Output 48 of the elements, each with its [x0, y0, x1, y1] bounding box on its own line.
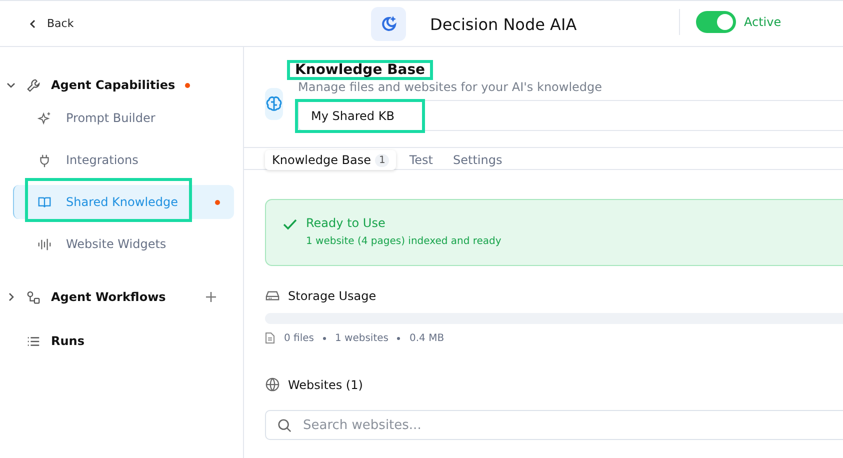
storage-stat: 1 websites — [334, 332, 388, 344]
plug-icon — [37, 152, 52, 168]
status-detail: 1 website (4 pages) indexed and ready — [306, 236, 502, 247]
globe-icon — [265, 377, 280, 392]
file-icon — [265, 332, 275, 344]
tab[interactable]: Knowledge Base 1 — [265, 150, 396, 170]
search-icon — [277, 418, 292, 433]
moon-sparkle-icon — [371, 7, 406, 41]
search-field[interactable]: Search websites... — [265, 410, 843, 440]
page-title: Knowledge Base — [287, 60, 434, 80]
drive-icon — [265, 288, 280, 303]
chevron-left-icon — [28, 18, 38, 28]
storage-stat: 0.4 MB — [409, 332, 444, 344]
page-subtitle: Manage files and websites for your AI's knowledge — [298, 80, 604, 94]
chevron-icon — [6, 292, 16, 302]
tab[interactable]: Test — [402, 150, 440, 170]
storage-stat: 0 files — [284, 332, 314, 344]
brain-icon — [265, 88, 283, 120]
group-label: Runs — [51, 334, 84, 348]
nav-item[interactable]: Website Widgets — [13, 227, 234, 261]
kb-name-field[interactable]: My Shared KB — [298, 101, 843, 131]
nav-group[interactable]: Runs — [0, 329, 243, 353]
agent-title: Decision Node AIA — [430, 14, 577, 34]
book-icon — [37, 194, 52, 210]
sparkle-icon — [37, 110, 52, 126]
notification-dot — [185, 82, 190, 88]
active-toggle[interactable] — [696, 11, 736, 33]
nav-group[interactable]: Agent Capabilities — [0, 73, 243, 97]
nav-group[interactable]: Agent Workflows — [0, 285, 243, 309]
wrench-icon — [26, 78, 41, 92]
notification-dot — [215, 200, 220, 204]
count-badge: 1 — [375, 154, 390, 166]
group-label: Agent Workflows — [51, 290, 166, 304]
nodes-icon — [26, 290, 41, 304]
tab[interactable]: Settings — [446, 150, 510, 170]
status-title: Ready to Use — [306, 216, 386, 230]
section-title: Storage Usage — [288, 288, 376, 302]
status-label: Active — [744, 15, 782, 29]
section-title: Websites (1) — [288, 378, 363, 392]
nav-item[interactable]: Prompt Builder — [13, 101, 234, 135]
group-label: Agent Capabilities — [51, 78, 176, 92]
chevron-icon — [6, 80, 16, 90]
separator-dot — [397, 336, 400, 340]
separator-dot — [322, 336, 326, 340]
back-button[interactable]: Back — [24, 15, 78, 32]
add-button[interactable] — [203, 289, 219, 305]
nav-item[interactable]: Integrations — [13, 143, 234, 177]
waveform-icon — [37, 236, 52, 252]
